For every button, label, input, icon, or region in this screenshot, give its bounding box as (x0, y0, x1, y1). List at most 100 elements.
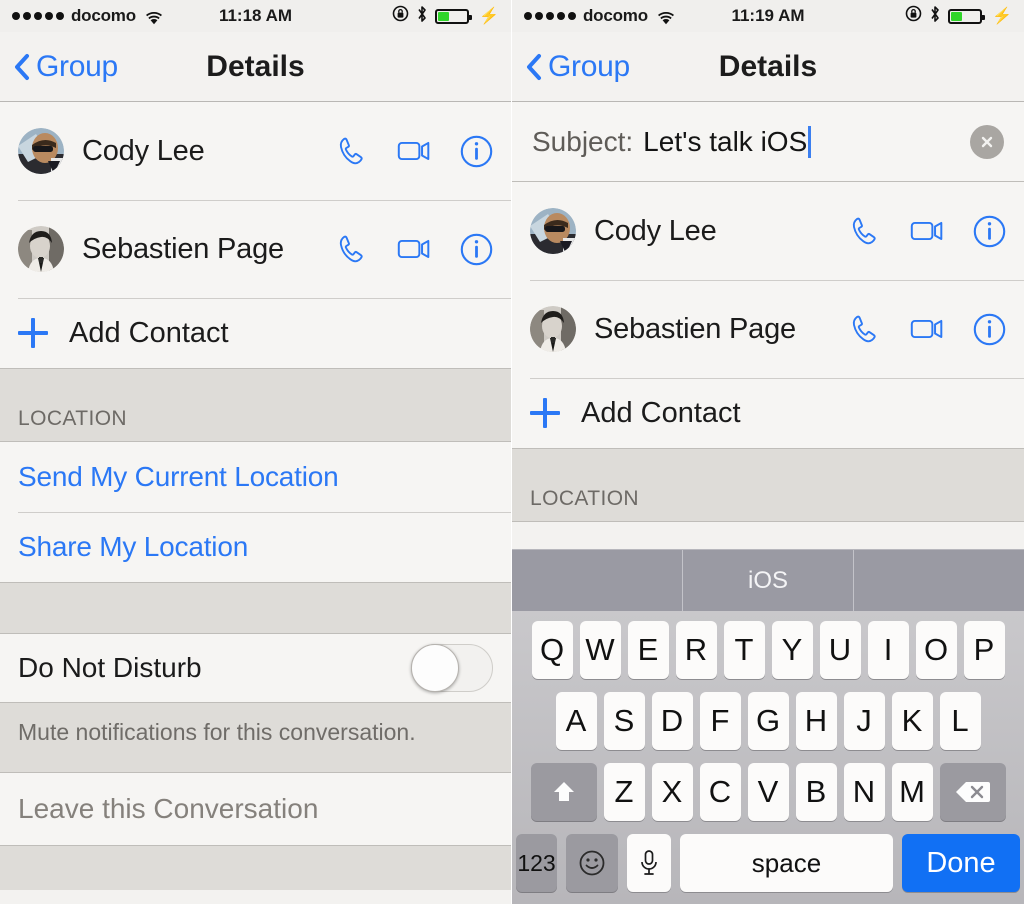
key-a[interactable]: A (555, 692, 597, 750)
rotation-lock-icon (905, 5, 922, 27)
clear-icon[interactable] (970, 124, 1004, 159)
lightning-bolt-icon: ⚡ (479, 8, 499, 25)
key-v[interactable]: V (747, 763, 789, 821)
prediction-slot-1[interactable] (512, 550, 682, 611)
do-not-disturb-label: Do Not Disturb (18, 652, 202, 683)
phone-icon[interactable] (848, 214, 882, 248)
key-q[interactable]: Q (531, 621, 573, 679)
contact-actions (335, 232, 493, 266)
contact-name: Sebastien Page (594, 312, 796, 345)
contact-row-cody-lee[interactable]: Cody Lee (512, 182, 1024, 280)
microphone-icon[interactable] (627, 834, 671, 892)
space-key[interactable]: space (680, 834, 893, 892)
info-circle-icon[interactable] (972, 214, 1006, 248)
keyboard-row-2: A S D F G H J K L (516, 692, 1020, 750)
video-camera-icon[interactable] (910, 312, 944, 346)
subject-input[interactable]: Let's talk iOS (643, 126, 807, 158)
key-h[interactable]: H (795, 692, 837, 750)
key-s[interactable]: S (603, 692, 645, 750)
predictive-text-bar: iOS (512, 549, 1024, 611)
key-j[interactable]: J (843, 692, 885, 750)
back-button-label: Group (36, 49, 118, 83)
key-i[interactable]: I (867, 621, 909, 679)
keyboard-row-3: Z X C V B N M (516, 763, 1020, 821)
smiley-icon[interactable] (566, 834, 618, 892)
contact-row-sebastien-page[interactable]: Sebastien Page (0, 200, 511, 298)
keyboard-row-1: Q W E R T Y U I O P (516, 621, 1020, 679)
back-button[interactable]: Group (14, 50, 118, 84)
key-g[interactable]: G (747, 692, 789, 750)
right-phone-screen: docomo 11:19 AM ⚡ Group Details Subject:… (512, 0, 1024, 904)
left-phone-screen: docomo 11:18 AM ⚡ Group Details Cody Lee… (0, 0, 512, 904)
phone-icon[interactable] (335, 134, 369, 168)
key-m[interactable]: M (891, 763, 933, 821)
location-links-group: Send My Current Location Share My Locati… (0, 442, 511, 582)
prediction-slot-2[interactable]: iOS (682, 550, 853, 611)
video-camera-icon[interactable] (397, 134, 431, 168)
backspace-icon[interactable] (939, 763, 1006, 821)
status-left-group: docomo (12, 6, 163, 26)
add-contact-label: Add Contact (581, 396, 741, 429)
key-b[interactable]: B (795, 763, 837, 821)
status-left-group: docomo (524, 6, 675, 26)
subject-field-row[interactable]: Subject: Let's talk iOS (512, 102, 1024, 182)
phone-icon[interactable] (335, 232, 369, 266)
contact-row-cody-lee[interactable]: Cody Lee (0, 102, 511, 200)
key-t[interactable]: T (723, 621, 765, 679)
add-contact-row[interactable]: Add Contact (0, 298, 511, 368)
key-c[interactable]: C (699, 763, 741, 821)
key-l[interactable]: L (939, 692, 981, 750)
shift-arrow-icon[interactable] (530, 763, 597, 821)
key-r[interactable]: R (675, 621, 717, 679)
leave-conversation-row[interactable]: Leave this Conversation (0, 773, 511, 845)
key-p[interactable]: P (963, 621, 1005, 679)
numeric-key[interactable]: 123 (516, 834, 557, 892)
contact-row-sebastien-page[interactable]: Sebastien Page (512, 280, 1024, 378)
key-z[interactable]: Z (603, 763, 645, 821)
key-n[interactable]: N (843, 763, 885, 821)
video-camera-icon[interactable] (910, 214, 944, 248)
add-contact-label: Add Contact (69, 316, 229, 349)
send-current-location-row[interactable]: Send My Current Location (0, 442, 511, 512)
avatar (18, 128, 64, 174)
do-not-disturb-row[interactable]: Do Not Disturb (0, 634, 511, 702)
prediction-slot-3[interactable] (853, 550, 1024, 611)
key-y[interactable]: Y (771, 621, 813, 679)
section-gap (0, 582, 511, 634)
status-bar-right: docomo 11:19 AM ⚡ (512, 0, 1024, 32)
back-button-label: Group (548, 49, 630, 83)
toggle-knob (411, 644, 459, 692)
contact-actions (848, 214, 1006, 248)
key-f[interactable]: F (699, 692, 741, 750)
navigation-bar-right: Group Details (512, 32, 1024, 102)
mute-footnote: Mute notifications for this conversation… (0, 702, 511, 773)
keyboard-row-4: 123 space Done (516, 834, 1020, 892)
info-circle-icon[interactable] (459, 232, 493, 266)
location-section-header: LOCATION (512, 448, 1024, 522)
contact-name: Cody Lee (82, 134, 205, 167)
status-bar-left: docomo 11:18 AM ⚡ (0, 0, 511, 32)
phone-icon[interactable] (848, 312, 882, 346)
chevron-left-icon (526, 53, 542, 81)
rotation-lock-icon (392, 5, 409, 27)
key-u[interactable]: U (819, 621, 861, 679)
signal-strength-dots-icon (12, 12, 64, 20)
key-d[interactable]: D (651, 692, 693, 750)
wifi-icon (145, 10, 163, 24)
do-not-disturb-toggle[interactable] (411, 644, 493, 692)
key-x[interactable]: X (651, 763, 693, 821)
info-circle-icon[interactable] (972, 312, 1006, 346)
key-o[interactable]: O (915, 621, 957, 679)
done-key[interactable]: Done (902, 834, 1020, 892)
carrier-name: docomo (71, 6, 136, 25)
chevron-left-icon (14, 53, 30, 81)
key-w[interactable]: W (579, 621, 621, 679)
add-contact-row[interactable]: Add Contact (512, 378, 1024, 448)
bluetooth-icon (416, 5, 428, 28)
video-camera-icon[interactable] (397, 232, 431, 266)
share-my-location-row[interactable]: Share My Location (0, 512, 511, 582)
key-k[interactable]: K (891, 692, 933, 750)
info-circle-icon[interactable] (459, 134, 493, 168)
back-button[interactable]: Group (526, 50, 630, 84)
key-e[interactable]: E (627, 621, 669, 679)
